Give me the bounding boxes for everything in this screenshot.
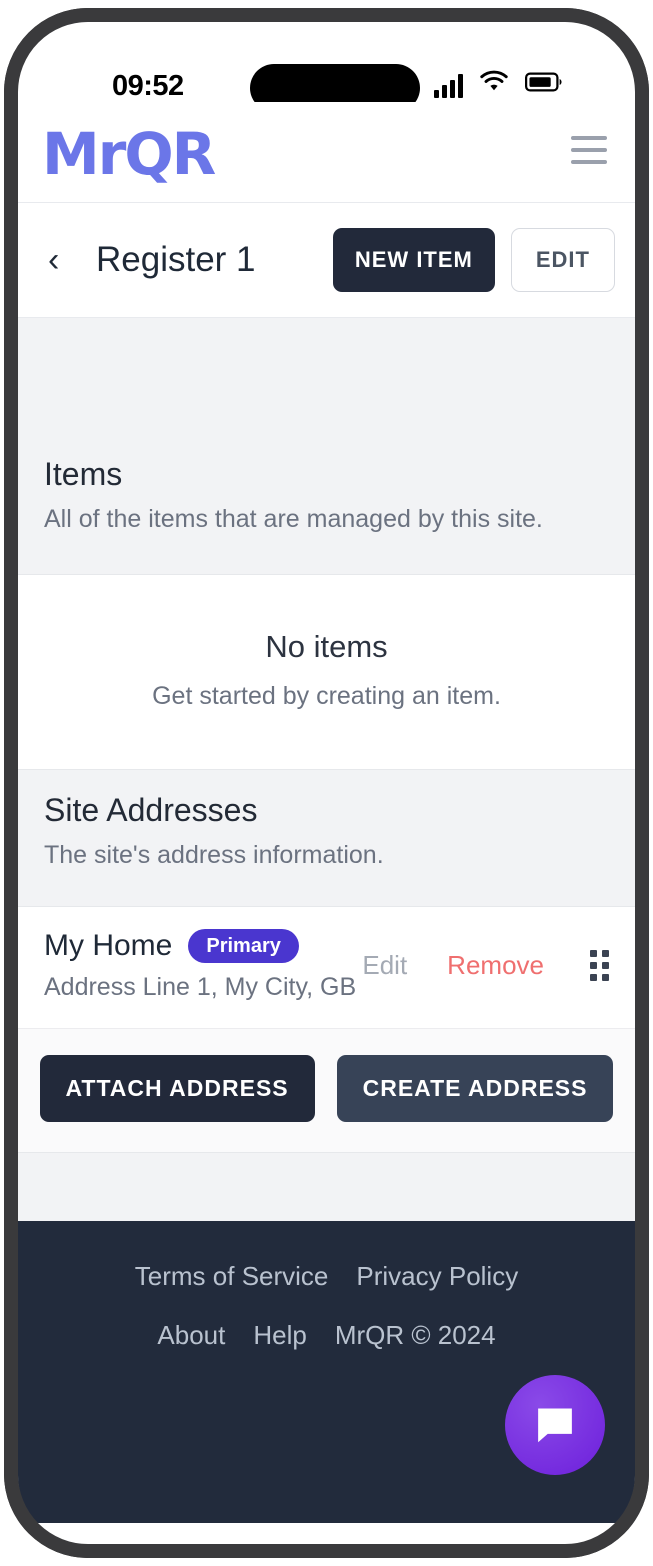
status-time: 09:52 bbox=[112, 70, 184, 102]
items-subtitle: All of the items that are managed by thi… bbox=[44, 505, 543, 533]
primary-badge: Primary bbox=[188, 929, 299, 963]
empty-state-title: No items bbox=[265, 629, 388, 664]
address-row-actions: Edit Remove bbox=[362, 950, 609, 981]
address-line: Address Line 1, My City, GB bbox=[44, 973, 357, 1001]
empty-state-subtitle: Get started by creating an item. bbox=[152, 682, 501, 710]
address-name-line: My Home Primary bbox=[44, 929, 356, 963]
footer-links-row-1: Terms of Service Privacy Policy bbox=[18, 1261, 635, 1292]
brand-bar: MrQR bbox=[18, 102, 635, 203]
footer-copyright: MrQR © 2024 bbox=[334, 1320, 496, 1350]
back-chevron-icon[interactable]: ‹ bbox=[48, 243, 78, 277]
content-top-spacer bbox=[18, 318, 635, 438]
footer-link-about[interactable]: About bbox=[157, 1320, 225, 1351]
address-remove-link[interactable]: Remove bbox=[447, 950, 544, 981]
site-addresses-heading: Site Addresses bbox=[44, 792, 258, 828]
new-item-button[interactable]: NEW ITEM bbox=[332, 228, 495, 292]
content-bottom-spacer bbox=[18, 1152, 635, 1221]
site-addresses-subtitle: The site's address information. bbox=[44, 841, 384, 869]
url-wrapper: mrqr.me bbox=[18, 1523, 635, 1544]
hamburger-menu-icon[interactable] bbox=[571, 136, 607, 164]
brand-logo[interactable]: MrQR bbox=[42, 120, 216, 188]
address-info: My Home Primary Address Line 1, My City,… bbox=[44, 929, 356, 1002]
address-actions-bar: ATTACH ADDRESS CREATE ADDRESS bbox=[18, 1028, 635, 1152]
items-empty-state: No items Get started by creating an item… bbox=[18, 575, 635, 769]
address-name: My Home bbox=[44, 929, 173, 962]
attach-address-button[interactable]: ATTACH ADDRESS bbox=[39, 1055, 315, 1122]
header-actions: NEW ITEM EDIT bbox=[332, 228, 615, 292]
status-bar: 09:52 bbox=[18, 22, 635, 112]
footer-link-privacy[interactable]: Privacy Policy bbox=[356, 1261, 518, 1292]
footer-link-terms[interactable]: Terms of Service bbox=[135, 1261, 329, 1292]
status-icons bbox=[434, 70, 563, 98]
footer-links-row-2: About Help MrQR © 2024 bbox=[18, 1320, 635, 1351]
footer-link-help[interactable]: Help bbox=[253, 1320, 306, 1351]
page-title: Register 1 bbox=[96, 240, 256, 279]
address-list-item[interactable]: My Home Primary Address Line 1, My City,… bbox=[18, 907, 635, 1028]
create-address-button[interactable]: CREATE ADDRESS bbox=[336, 1055, 614, 1122]
chat-support-button[interactable] bbox=[505, 1375, 605, 1475]
page-footer: Terms of Service Privacy Policy About He… bbox=[18, 1221, 635, 1523]
site-addresses-section-header: Site Addresses The site's address inform… bbox=[18, 770, 635, 906]
main-content: Items All of the items that are managed … bbox=[18, 318, 635, 1221]
items-heading: Items bbox=[44, 456, 123, 492]
battery-icon bbox=[525, 71, 563, 98]
browser-address-bar[interactable]: mrqr.me bbox=[18, 1523, 635, 1544]
items-section-header: Items All of the items that are managed … bbox=[18, 438, 635, 574]
chat-bubble-icon bbox=[538, 1408, 572, 1443]
wifi-icon bbox=[479, 69, 509, 98]
page-header: ‹ Register 1 NEW ITEM EDIT bbox=[18, 203, 635, 318]
cellular-signal-icon bbox=[434, 74, 463, 98]
edit-register-button[interactable]: EDIT bbox=[510, 228, 615, 292]
address-edit-link[interactable]: Edit bbox=[362, 950, 407, 981]
phone-screen: 09:52 MrQR ‹ Register 1 NEW ITEM EDIT It… bbox=[18, 22, 635, 1544]
drag-handle-icon[interactable] bbox=[590, 950, 609, 981]
